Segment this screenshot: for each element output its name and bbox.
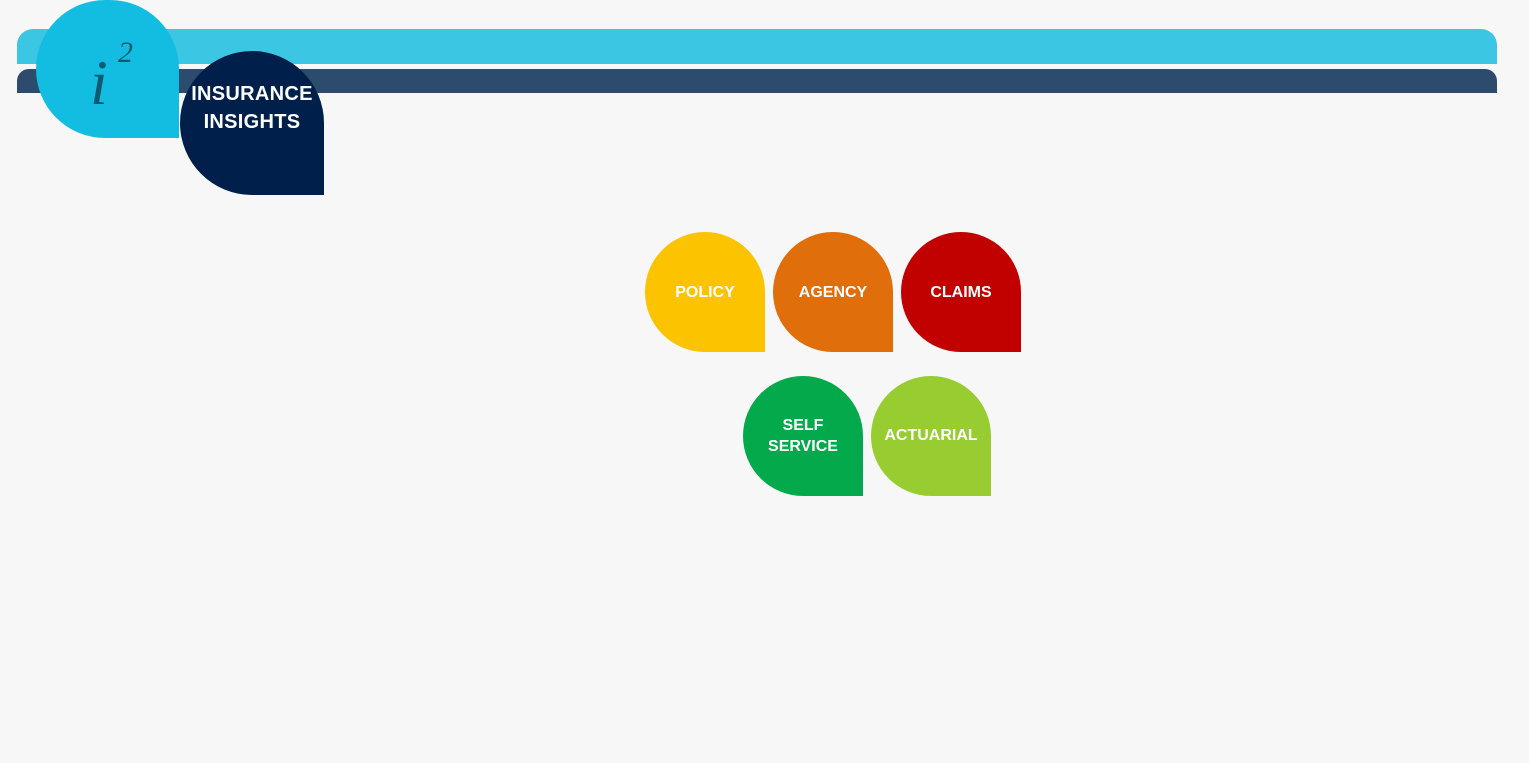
svg-text:i: i: [90, 47, 108, 114]
app-title-badge: INSURANCE INSIGHTS: [180, 51, 324, 195]
self-service-tile[interactable]: SELF SERVICE: [743, 376, 863, 496]
claims-tile[interactable]: CLAIMS: [901, 232, 1021, 352]
actuarial-tile-label: ACTUARIAL: [884, 426, 978, 444]
app-title: INSURANCE INSIGHTS: [191, 83, 313, 133]
agency-tile-label: AGENCY: [798, 283, 868, 301]
policy-tile-label: POLICY: [675, 283, 735, 301]
self-service-tile-label: SELF SERVICE: [768, 417, 838, 455]
claims-tile-label: CLAIMS: [930, 283, 992, 301]
agency-tile[interactable]: AGENCY: [773, 232, 893, 352]
app-logo[interactable]: i 2: [36, 0, 179, 138]
actuarial-tile[interactable]: ACTUARIAL: [871, 376, 991, 496]
policy-tile[interactable]: POLICY: [645, 232, 765, 352]
svg-text:2: 2: [118, 36, 133, 69]
i-squared-logo-icon: i 2: [90, 36, 133, 114]
